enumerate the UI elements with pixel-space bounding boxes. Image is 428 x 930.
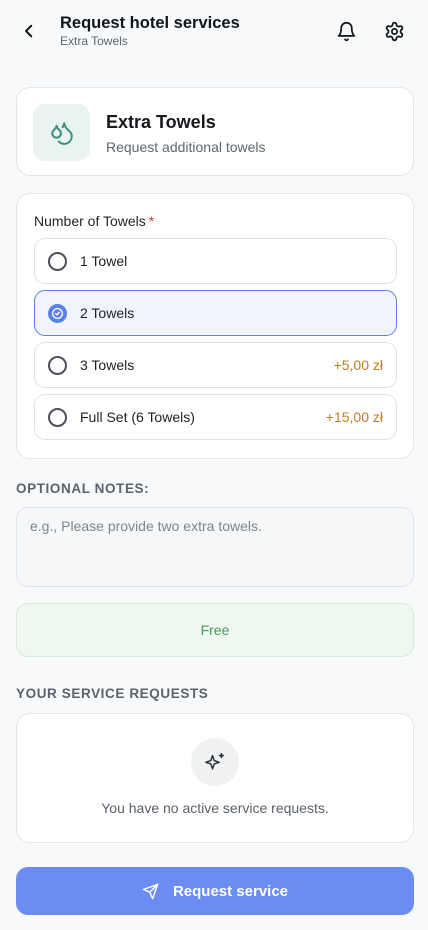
price-summary: Free: [16, 603, 414, 657]
sparkles-icon: [205, 752, 225, 770]
notes-textarea[interactable]: [16, 507, 414, 587]
service-title: Extra Towels: [106, 112, 216, 132]
page-subtitle: Extra Towels: [60, 34, 128, 48]
option-price: +5,00 zł: [333, 357, 383, 373]
radio-button[interactable]: [48, 252, 67, 271]
chevron-left-icon: [25, 24, 33, 38]
service-requests-card: You have no active service requests.: [16, 713, 414, 843]
option-3-towels[interactable]: 3 Towels +5,00 zł: [34, 342, 397, 388]
towel-options-card: Number of Towels * 1 Towel 2 Towels 3 Tow…: [16, 193, 414, 459]
option-label: 2 Towels: [80, 305, 135, 321]
droplets-icon: [50, 121, 73, 145]
empty-state-text: You have no active service requests.: [101, 800, 329, 816]
option-label: 3 Towels: [80, 357, 135, 373]
empty-state-icon-wrap: [191, 738, 239, 786]
towels-label-text: Number of Towels: [34, 213, 146, 229]
app-header: Request hotel services Extra Towels: [0, 0, 428, 64]
required-mark: *: [148, 213, 155, 229]
send-icon: [142, 883, 159, 899]
radio-button[interactable]: [48, 356, 67, 375]
towels-field-label: Number of Towels *: [34, 213, 154, 229]
service-description: Request additional towels: [106, 139, 266, 155]
option-label: Full Set (6 Towels): [80, 409, 195, 425]
request-service-label: Request service: [172, 882, 289, 900]
requests-label: YOUR SERVICE REQUESTS: [16, 686, 209, 701]
request-service-button[interactable]: Request service: [16, 867, 414, 915]
option-full-set[interactable]: Full Set (6 Towels) +15,00 zł: [34, 394, 397, 440]
option-label: 1 Towel: [80, 253, 128, 269]
check-circle-icon: [51, 307, 64, 320]
option-price: +15,00 zł: [325, 409, 383, 425]
page-title: Request hotel services: [60, 14, 240, 32]
settings-button[interactable]: [381, 18, 407, 44]
option-2-towels[interactable]: 2 Towels: [34, 290, 397, 336]
service-icon-tile: [33, 104, 90, 161]
radio-button-checked[interactable]: [48, 304, 67, 323]
back-button[interactable]: [18, 20, 40, 42]
price-text: Free: [200, 622, 230, 638]
notes-label: OPTIONAL NOTES:: [16, 481, 150, 496]
header-titles: Request hotel services Extra Towels: [60, 12, 240, 48]
radio-button[interactable]: [48, 408, 67, 427]
gear-icon: [385, 21, 403, 41]
notifications-button[interactable]: [333, 18, 359, 44]
bell-icon: [337, 21, 355, 41]
option-1-towel[interactable]: 1 Towel: [34, 238, 397, 284]
service-card: Extra Towels Request additional towels: [16, 87, 414, 176]
